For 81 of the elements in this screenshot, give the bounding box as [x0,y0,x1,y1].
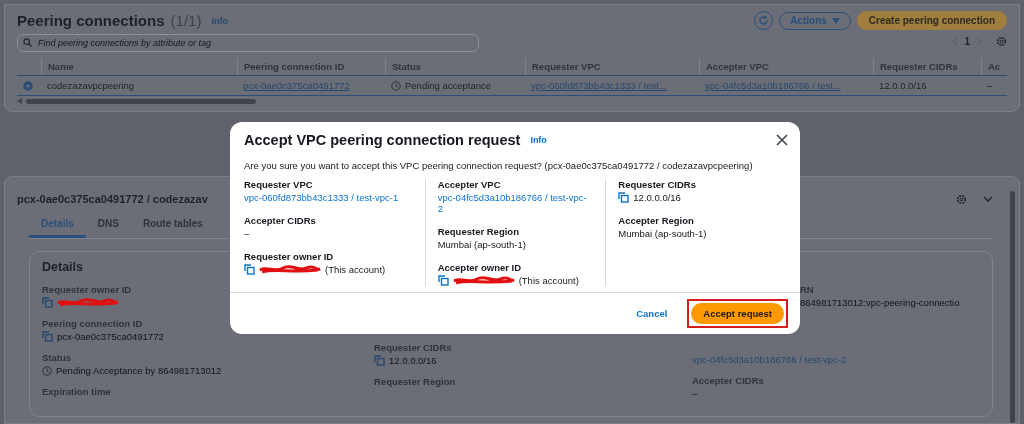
vpc-link[interactable]: vpc-060fd873bb43c1333 / test... [531,80,667,91]
scroll-left-icon[interactable] [17,98,22,104]
dialog-title: Accept VPC peering connection request [244,132,521,148]
field-label: Peering connection ID [42,318,144,329]
copy-icon[interactable] [437,275,449,286]
search-field[interactable]: Find peering connections by attribute or tag [17,34,479,52]
caret-icon [831,17,840,24]
copy-icon[interactable] [42,297,53,308]
redaction-scribble [452,276,515,285]
vpc-link[interactable]: vpc-04fc5d3a10b186766 / test-vpc-2 [437,192,592,214]
scrollbar-thumb[interactable] [26,98,256,104]
status-text: Pending Acceptance by 864981713012 [56,365,222,376]
field-label: RN [800,284,815,295]
cancel-button[interactable]: Cancel [630,307,674,320]
chevron-down-icon[interactable] [983,196,993,202]
field-label: Accepter owner ID [437,262,523,273]
close-icon [776,134,788,146]
column-header[interactable]: Ac [981,58,1007,75]
tab[interactable]: DNS [85,215,131,238]
clock-icon [42,365,52,376]
column-header[interactable]: Peering connection ID [237,58,385,75]
search-icon [23,38,32,47]
info-link[interactable]: Info [211,15,228,26]
field-label: Requester Region [374,376,457,387]
detail-title: pcx-0ae0c375ca0491772 / codezazav [17,193,208,205]
field-value: 12.0.0.0/16 [633,192,681,203]
field-label: Accepter CIDRs [692,375,765,386]
field-value: (This account) [325,264,386,275]
table-cell: codezazavpcpeering [47,80,135,91]
column-header[interactable]: Requester CIDRs [873,58,981,75]
status-text: Pending acceptance [405,80,492,91]
copy-icon[interactable] [244,264,255,275]
field-label: Status [42,352,73,363]
copy-icon[interactable] [374,355,385,366]
column-header[interactable]: Status [385,58,525,75]
field-label: Requester Region [437,226,520,237]
panel-title: Peering connections [17,12,165,29]
page-number[interactable]: 1 [964,35,970,47]
field-value: Mumbai (ap-south-1) [437,239,527,250]
copy-icon[interactable] [618,192,630,203]
scrollbar-thumb[interactable] [1010,191,1015,423]
vpc-link[interactable]: vpc-060fd873bb43c1333 / test-vpc-1 [244,192,411,203]
close-button[interactable] [776,134,788,146]
settings-icon[interactable] [956,193,967,205]
redaction-scribble [57,298,119,307]
field-value: pcx-0ae0c375ca0491772 [57,331,164,342]
settings-icon[interactable] [996,35,1007,47]
field-value: Mumbai (ap-south-1) [618,228,708,239]
radio-button[interactable] [23,80,33,91]
field-label: Expiration time [42,386,112,397]
field-label: Requester CIDRs [374,342,453,353]
field-value: – [692,388,699,399]
create-button[interactable]: Create peering connection [856,11,1007,30]
field-label: Accepter CIDRs [244,215,317,226]
column-header[interactable]: Requester VPC [525,58,699,75]
vpc-link[interactable]: vpc-04fc5d3a10b186766 / test-vpc-2 [692,354,980,365]
field-label: Requester owner ID [244,251,335,262]
tab[interactable]: Details [29,215,86,238]
column-header[interactable]: Name [41,58,237,75]
field-label: Accepter Region [618,215,695,226]
table-cell: 12.0.0.0/16 [879,80,927,91]
field-label: Requester VPC [244,179,314,190]
field-label: Requester CIDRs [618,179,697,190]
field-value: (This account) [518,275,579,286]
info-link[interactable]: Info [530,135,547,145]
column-header[interactable]: Accepter VPC [699,58,873,75]
field-value: – [244,228,251,239]
field-label: Requester owner ID [42,284,133,295]
tab[interactable]: Route tables [130,215,215,238]
redaction-scribble [259,265,321,274]
confirmation-message: Are you sure you want to accept this VPC peering connection request? (pcx-0ae0c375ca0491772 / codezazavpcpeering) [244,160,754,171]
field-value: 864981713012:vpc-peering-connectio [800,297,961,308]
copy-icon[interactable] [42,331,53,342]
table-cell: – [987,80,993,91]
clock-icon [391,80,401,91]
refresh-icon [758,15,770,26]
card-title: Details [42,260,83,274]
connection-id-link[interactable]: pcx-0ae0c375ca0491772 [243,80,350,91]
vpc-link[interactable]: vpc-04fc5d3a10b186766 / test... [705,80,841,91]
accept-button[interactable]: Accept request [691,303,784,324]
field-label: Accepter VPC [437,179,502,190]
